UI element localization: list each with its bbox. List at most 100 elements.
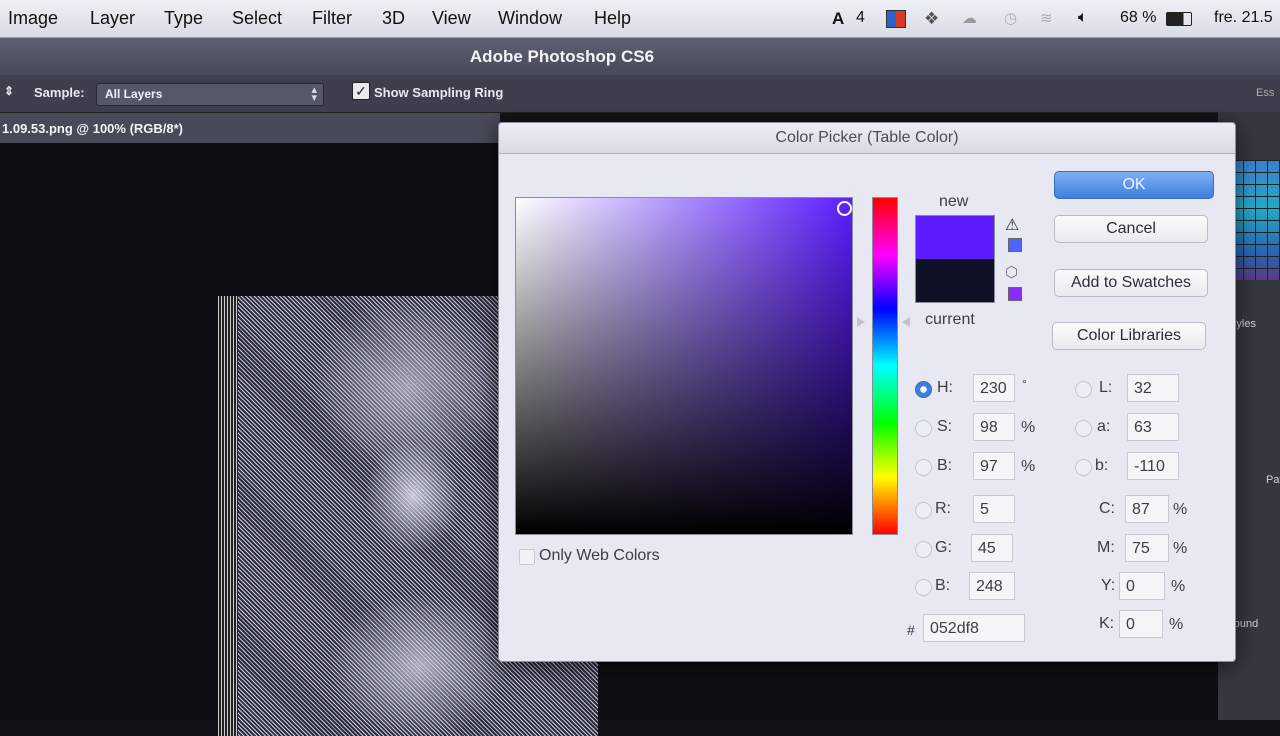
sample-select-value: All Layers	[105, 87, 163, 101]
c-input[interactable]: 87	[1125, 495, 1169, 523]
g-radio[interactable]	[915, 541, 932, 558]
c-unit: %	[1173, 501, 1188, 518]
menu-image[interactable]: Image	[8, 8, 58, 29]
lab-b-radio[interactable]	[1075, 459, 1092, 476]
dialog-title: Color Picker (Table Color)	[775, 129, 959, 146]
sample-select[interactable]: All Layers ▴ ▾	[96, 83, 324, 106]
a-input[interactable]: 63	[1127, 413, 1179, 441]
menu-select[interactable]: Select	[232, 8, 282, 29]
l-radio[interactable]	[1075, 381, 1092, 398]
color-field-marker[interactable]	[837, 201, 852, 216]
s-input[interactable]: 98	[973, 413, 1015, 441]
r-input[interactable]: 5	[973, 495, 1015, 523]
wifi-icon[interactable]: ≋	[1040, 9, 1053, 27]
web-safe-swatch[interactable]	[1008, 287, 1022, 301]
k-unit: %	[1169, 616, 1184, 633]
menu-type[interactable]: Type	[164, 8, 203, 29]
web-safe-cube-icon[interactable]: ⬡	[1005, 263, 1018, 281]
b-label: B:	[937, 457, 953, 474]
clock[interactable]: fre. 21.5	[1214, 9, 1273, 27]
blue-radio[interactable]	[915, 579, 932, 596]
h-radio[interactable]	[915, 381, 932, 398]
cancel-button[interactable]: Cancel	[1054, 215, 1208, 243]
ok-button[interactable]: OK	[1054, 171, 1214, 199]
menu-filter[interactable]: Filter	[312, 8, 352, 29]
color-field[interactable]	[515, 197, 853, 535]
dialog-title-bar[interactable]: Color Picker (Table Color)	[499, 123, 1235, 154]
document-tab[interactable]: 1.09.53.png @ 100% (RGB/8*)	[0, 113, 500, 143]
menu-help[interactable]: Help	[594, 8, 631, 29]
adobe-status-icon[interactable]: A	[832, 9, 844, 29]
current-color-swatch[interactable]	[915, 259, 995, 303]
only-web-colors-checkbox[interactable]	[519, 549, 535, 565]
status-number: 4	[856, 9, 865, 26]
color-picker-dialog: Color Picker (Table Color) new current ⚠…	[498, 122, 1236, 662]
hue-slider-arrow-left-icon[interactable]	[857, 317, 865, 327]
menu-bar: Image Layer Type Select Filter 3D View W…	[0, 0, 1280, 38]
show-sampling-ring-checkbox[interactable]: ✓	[352, 82, 370, 100]
m-label: M:	[1097, 539, 1115, 556]
g-input[interactable]: 45	[971, 534, 1013, 562]
sync-icon[interactable]: ☁	[962, 9, 977, 27]
blue-input[interactable]: 248	[969, 572, 1015, 600]
hex-input[interactable]: 052df8	[923, 614, 1025, 642]
hue-slider-arrow-right-icon[interactable]	[902, 317, 910, 327]
current-label: current	[925, 311, 975, 328]
battery-icon[interactable]	[1166, 12, 1192, 26]
brightness-input[interactable]: 97	[973, 452, 1015, 480]
document-tab-label: 1.09.53.png @ 100% (RGB/8*)	[2, 121, 184, 136]
b-unit: %	[1021, 458, 1036, 475]
gamut-correction-swatch[interactable]	[1008, 238, 1022, 252]
k-input[interactable]: 0	[1119, 610, 1163, 638]
menu-view[interactable]: View	[432, 8, 471, 29]
swatches-panel-grid[interactable]	[1232, 160, 1280, 280]
hue-slider[interactable]	[872, 197, 898, 535]
m-input[interactable]: 75	[1125, 534, 1169, 562]
add-to-swatches-button[interactable]: Add to Swatches	[1054, 269, 1208, 297]
y-input[interactable]: 0	[1119, 572, 1165, 600]
battery-percent: 68 %	[1120, 9, 1157, 26]
sample-label: Sample:	[34, 85, 85, 100]
h-input[interactable]: 230	[973, 374, 1015, 402]
volume-icon[interactable]: 🔈︎	[1078, 9, 1088, 27]
degree-unit: °	[1022, 377, 1027, 391]
hex-label: #	[907, 622, 915, 638]
a-radio[interactable]	[1075, 420, 1092, 437]
blue-label: B:	[935, 577, 951, 594]
app-title-bar: Adobe Photoshop CS6	[0, 38, 1280, 75]
time-machine-icon[interactable]: ◷	[1004, 9, 1017, 27]
photo-edge	[218, 296, 238, 736]
app-status-icon[interactable]	[886, 10, 906, 28]
a-label: a:	[1097, 418, 1111, 435]
l-label: L:	[1099, 379, 1113, 396]
new-color-swatch	[915, 215, 995, 260]
menu-3d[interactable]: 3D	[382, 8, 405, 29]
essentials-label[interactable]: Ess	[1256, 87, 1274, 99]
g-label: G:	[935, 539, 952, 556]
dropbox-icon[interactable]: ❖	[924, 9, 939, 29]
b-radio[interactable]	[915, 459, 932, 476]
lab-b-label: b:	[1095, 457, 1109, 474]
l-input[interactable]: 32	[1127, 374, 1179, 402]
s-unit: %	[1021, 419, 1036, 436]
out-of-gamut-warning-icon[interactable]: ⚠	[1005, 215, 1019, 235]
menu-layer[interactable]: Layer	[90, 8, 135, 29]
show-sampling-ring-label: Show Sampling Ring	[374, 85, 504, 100]
only-web-colors-label: Only Web Colors	[539, 547, 660, 564]
s-label: S:	[937, 418, 953, 435]
lab-b-input[interactable]: -110	[1127, 452, 1179, 480]
k-label: K:	[1099, 615, 1115, 632]
s-radio[interactable]	[915, 420, 932, 437]
menu-window[interactable]: Window	[498, 8, 562, 29]
color-libraries-button[interactable]: Color Libraries	[1052, 322, 1206, 350]
new-label: new	[939, 193, 969, 210]
options-bar: ⇕ Sample: All Layers ▴ ▾ ✓ Show Sampling …	[0, 75, 1280, 113]
select-arrows-icon: ▴ ▾	[311, 84, 317, 104]
r-label: R:	[935, 500, 951, 517]
y-label: Y:	[1101, 577, 1116, 594]
h-label: H:	[937, 379, 953, 396]
r-radio[interactable]	[915, 502, 932, 519]
paths-tab[interactable]: Path	[1266, 474, 1280, 486]
tool-preset-chevron-icon[interactable]: ⇕	[4, 84, 14, 98]
c-label: C:	[1099, 500, 1115, 517]
